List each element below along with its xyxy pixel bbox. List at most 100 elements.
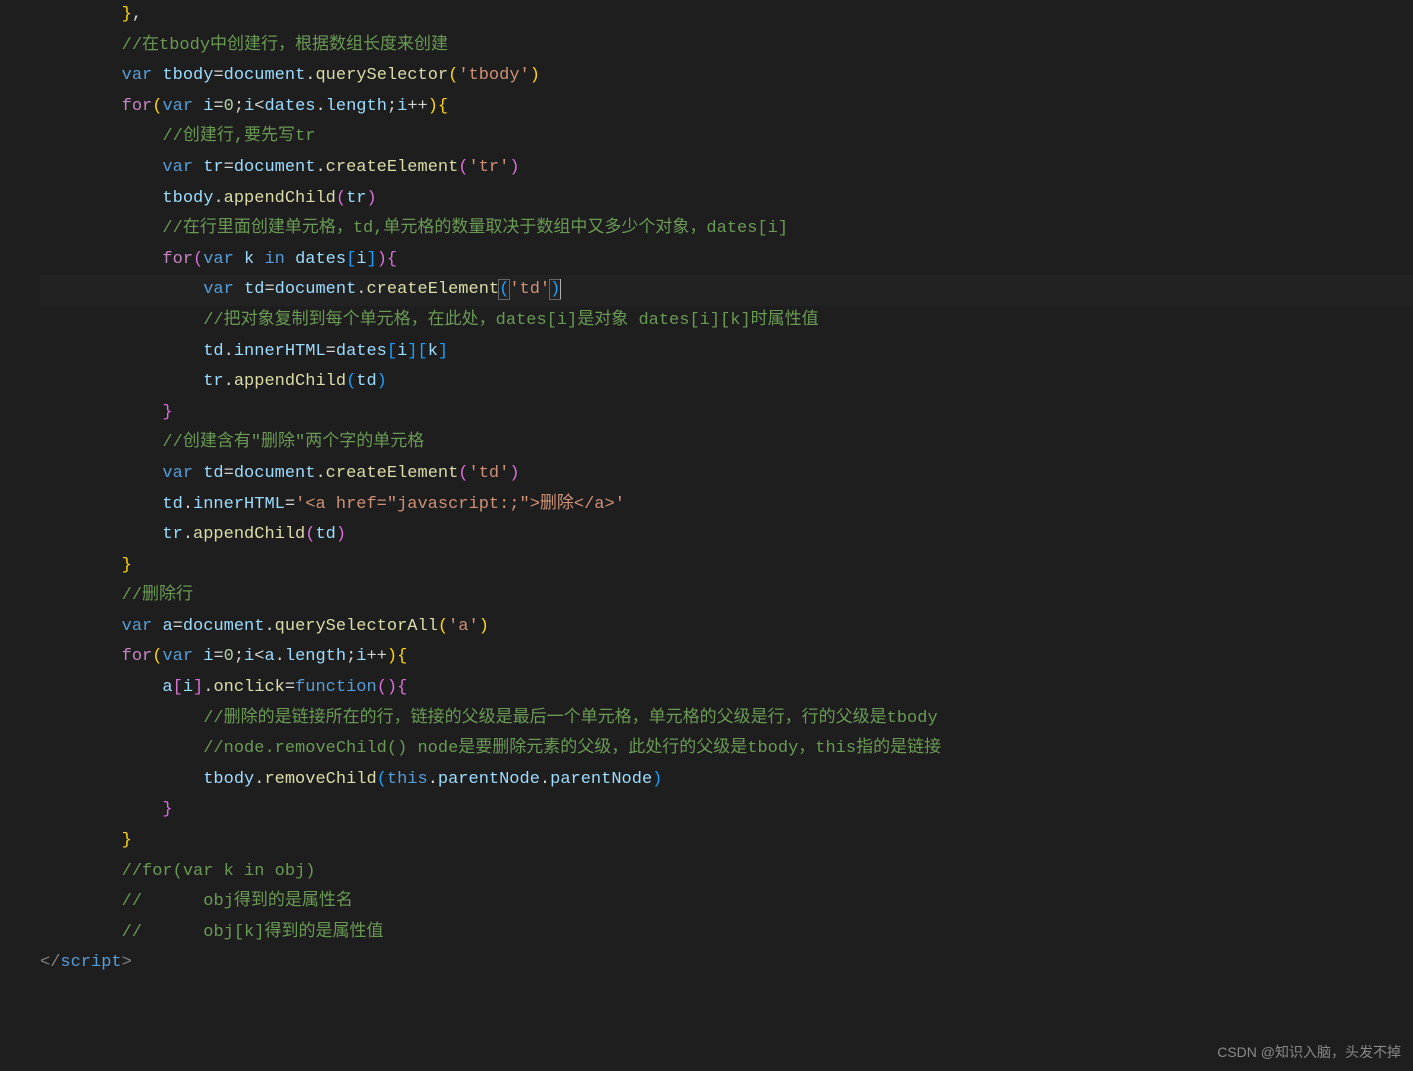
code-token: innerHTML	[234, 342, 326, 361]
code-token: 'tr'	[469, 158, 510, 177]
indent	[40, 280, 203, 299]
code-editor[interactable]: }, //在tbody中创建行，根据数组长度来创建 var tbody=docu…	[0, 0, 1413, 979]
code-token: ,	[132, 5, 142, 24]
code-line[interactable]: }	[40, 826, 1413, 857]
code-token: '<a href="javascript:;">删除</a>'	[295, 495, 625, 514]
code-line[interactable]: tbody.removeChild(this.parentNode.parent…	[40, 765, 1413, 796]
code-token: i	[397, 342, 407, 361]
code-token: =	[326, 342, 336, 361]
code-token: 'td'	[469, 464, 510, 483]
code-token: 'tbody'	[458, 66, 529, 85]
code-token: i	[203, 647, 213, 666]
code-token	[193, 464, 203, 483]
code-line[interactable]: var tr=document.createElement('tr')	[40, 153, 1413, 184]
code-token: appendChild	[234, 372, 346, 391]
indent	[40, 709, 203, 728]
code-line[interactable]: var tbody=document.querySelector('tbody'…	[40, 61, 1413, 92]
code-line[interactable]: td.innerHTML=dates[i][k]	[40, 337, 1413, 368]
code-line[interactable]: }	[40, 795, 1413, 826]
code-token: (	[336, 189, 346, 208]
code-token: td	[244, 280, 264, 299]
code-line[interactable]: for(var i=0;i<dates.length;i++){	[40, 92, 1413, 123]
code-line[interactable]: //在行里面创建单元格，td,单元格的数量取决于数组中又多少个对象，dates[…	[40, 214, 1413, 245]
code-token: )	[428, 97, 438, 116]
code-token: =	[285, 678, 295, 697]
code-token: var	[162, 647, 193, 666]
code-token: i	[203, 97, 213, 116]
code-token: //创建行,要先写tr	[162, 127, 315, 146]
code-token: 0	[224, 647, 234, 666]
code-token: =	[213, 647, 223, 666]
code-token: (	[346, 372, 356, 391]
code-token: var	[122, 617, 153, 636]
code-token: </	[40, 953, 60, 972]
code-token: =	[213, 97, 223, 116]
code-token: ]	[193, 678, 203, 697]
code-line[interactable]: //创建含有"删除"两个字的单元格	[40, 428, 1413, 459]
code-line[interactable]: //把对象复制到每个单元格，在此处，dates[i]是对象 dates[i][k…	[40, 306, 1413, 337]
code-line[interactable]: tbody.appendChild(tr)	[40, 184, 1413, 215]
code-token: appendChild	[193, 525, 305, 544]
code-token: (	[448, 66, 458, 85]
indent	[40, 892, 122, 911]
code-token: var	[122, 66, 153, 85]
code-token: function	[295, 678, 377, 697]
code-token: onclick	[213, 678, 284, 697]
code-token: )	[479, 617, 489, 636]
indent	[40, 556, 122, 575]
code-line[interactable]: for(var k in dates[i]){	[40, 245, 1413, 276]
code-token: in	[264, 250, 284, 269]
code-token: parentNode	[550, 770, 652, 789]
indent	[40, 525, 162, 544]
code-token: =	[224, 158, 234, 177]
code-token: a	[264, 647, 274, 666]
code-line[interactable]: tr.appendChild(td)	[40, 520, 1413, 551]
code-line[interactable]: var a=document.querySelectorAll('a')	[40, 612, 1413, 643]
code-line[interactable]: </script>	[40, 948, 1413, 979]
code-line[interactable]: //删除的是链接所在的行，链接的父级是最后一个单元格，单元格的父级是行，行的父级…	[40, 704, 1413, 735]
code-token: ]	[366, 250, 376, 269]
code-token: tr	[203, 372, 223, 391]
code-token: .	[254, 770, 264, 789]
code-line[interactable]: // obj得到的是属性名	[40, 887, 1413, 918]
code-line[interactable]: }	[40, 551, 1413, 582]
code-token	[152, 66, 162, 85]
indent	[40, 127, 162, 146]
code-token: .	[203, 678, 213, 697]
code-line[interactable]: },	[40, 0, 1413, 31]
code-token: {	[438, 97, 448, 116]
code-token: var	[162, 158, 193, 177]
indent	[40, 831, 122, 850]
code-line[interactable]: for(var i=0;i<a.length;i++){	[40, 642, 1413, 673]
text-cursor	[560, 279, 561, 299]
code-line[interactable]: //在tbody中创建行，根据数组长度来创建	[40, 31, 1413, 62]
code-line[interactable]: a[i].onclick=function(){	[40, 673, 1413, 704]
code-token: <	[254, 647, 264, 666]
code-token: ++	[367, 647, 387, 666]
code-token: parentNode	[438, 770, 540, 789]
code-line[interactable]: var td=document.createElement('td')	[40, 459, 1413, 490]
code-line[interactable]: tr.appendChild(td)	[40, 367, 1413, 398]
code-token: a	[162, 617, 172, 636]
code-token: //for(var k in obj)	[122, 862, 316, 881]
code-token	[254, 250, 264, 269]
code-line[interactable]: //删除行	[40, 581, 1413, 612]
code-line[interactable]: }	[40, 398, 1413, 429]
code-line[interactable]: // obj[k]得到的是属性值	[40, 918, 1413, 949]
code-line[interactable]: //node.removeChild() node是要删除元素的父级，此处行的父…	[40, 734, 1413, 765]
code-token: ;	[234, 647, 244, 666]
code-token	[152, 617, 162, 636]
code-token: var	[162, 97, 193, 116]
code-line[interactable]: td.innerHTML='<a href="javascript:;">删除<…	[40, 490, 1413, 521]
code-token	[193, 158, 203, 177]
code-line[interactable]: //创建行,要先写tr	[40, 122, 1413, 153]
indent	[40, 5, 122, 24]
code-line[interactable]: //for(var k in obj)	[40, 857, 1413, 888]
code-token: )	[336, 525, 346, 544]
code-token	[285, 250, 295, 269]
code-token: }	[122, 556, 132, 575]
code-token: [	[173, 678, 183, 697]
code-line[interactable]: var td=document.createElement('td')	[40, 275, 1413, 306]
code-token: for	[162, 250, 193, 269]
code-token: td	[203, 342, 223, 361]
